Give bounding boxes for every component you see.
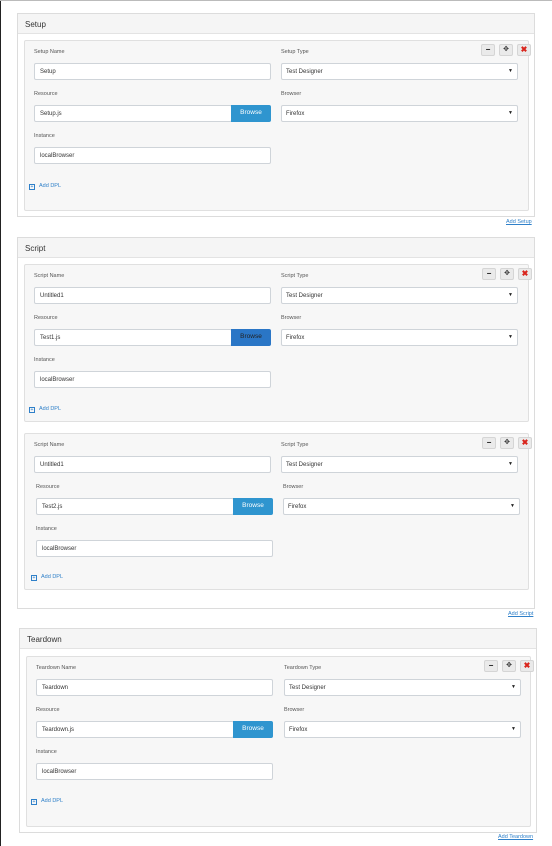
resource-input[interactable]: Teardown.js	[36, 721, 234, 738]
browse-button[interactable]: Browse	[231, 329, 271, 346]
add-dpl-label: Add DPL	[39, 406, 62, 412]
browser-value: Firefox	[288, 504, 307, 510]
script-type-value: Test Designer	[286, 293, 323, 299]
resource-label: Resource	[34, 315, 58, 321]
teardown-type-label: Teardown Type	[284, 665, 322, 671]
expand-icon[interactable]: ✥	[500, 437, 514, 449]
chevron-down-icon: ▼	[510, 503, 515, 509]
setup-type-select[interactable]: Test Designer ▼	[281, 63, 518, 80]
browse-button[interactable]: Browse	[233, 498, 273, 515]
resource-input[interactable]: Test2.js	[36, 498, 234, 515]
script-type-value: Test Designer	[286, 462, 323, 468]
chevron-down-icon: ▼	[508, 461, 513, 467]
add-dpl-link[interactable]: + Add DPL	[31, 574, 63, 581]
minimize-button[interactable]: −	[481, 44, 495, 56]
resource-input[interactable]: Setup.js	[34, 105, 232, 122]
add-script-link[interactable]: Add Script	[508, 611, 533, 617]
browser-select[interactable]: Firefox ▼	[281, 329, 518, 346]
plus-square-icon: +	[31, 575, 37, 581]
instance-input[interactable]: localBrowser	[36, 540, 273, 557]
setup-name-label: Setup Name	[34, 49, 65, 55]
browser-value: Firefox	[289, 727, 308, 733]
add-dpl-label: Add DPL	[41, 574, 64, 580]
instance-label: Instance	[34, 133, 55, 139]
close-button[interactable]: ✖	[518, 268, 532, 280]
expand-icon[interactable]: ✥	[500, 268, 514, 280]
browser-label: Browser	[281, 91, 302, 97]
instance-input[interactable]: localBrowser	[34, 147, 271, 164]
script-type-select[interactable]: Test Designer ▼	[281, 456, 518, 473]
plus-square-icon: +	[29, 184, 35, 190]
expand-icon[interactable]: ✥	[502, 660, 516, 672]
chevron-down-icon: ▼	[508, 110, 513, 116]
script-name-input[interactable]: Untitled1	[34, 456, 271, 473]
add-dpl-link[interactable]: + Add DPL	[29, 406, 61, 413]
teardown-type-select[interactable]: Test Designer ▼	[284, 679, 521, 696]
chevron-down-icon: ▼	[508, 292, 513, 298]
chevron-down-icon: ▼	[511, 684, 516, 690]
add-dpl-label: Add DPL	[41, 798, 64, 804]
teardown-type-value: Test Designer	[289, 685, 326, 691]
script-type-label: Script Type	[281, 273, 309, 279]
browser-label: Browser	[284, 707, 305, 713]
minimize-button[interactable]: −	[482, 437, 496, 449]
teardown-section-title: Teardown	[20, 629, 536, 649]
browse-button[interactable]: Browse	[233, 721, 273, 738]
resource-input[interactable]: Test1.js	[34, 329, 232, 346]
add-dpl-link[interactable]: + Add DPL	[29, 183, 61, 190]
script-type-select[interactable]: Test Designer ▼	[281, 287, 518, 304]
script-name-label: Script Name	[34, 273, 65, 279]
script-type-label: Script Type	[281, 442, 309, 448]
teardown-name-input[interactable]: Teardown	[36, 679, 273, 696]
browser-select[interactable]: Firefox ▼	[283, 498, 520, 515]
setup-type-label: Setup Type	[281, 49, 309, 55]
add-teardown-link[interactable]: Add Teardown	[498, 834, 533, 840]
setup-section: Setup − ✥ ✖ Setup Name Setup Setup Type …	[17, 13, 535, 217]
instance-input[interactable]: localBrowser	[36, 763, 273, 780]
setup-section-title: Setup	[18, 14, 534, 34]
setup-type-value: Test Designer	[286, 69, 323, 75]
expand-icon[interactable]: ✥	[499, 44, 513, 56]
script-section-title: Script	[18, 238, 534, 258]
resource-label: Resource	[34, 91, 58, 97]
script-section: Script − ✥ ✖ Script Name Untitled1 Scrip…	[17, 237, 535, 609]
browse-button[interactable]: Browse	[231, 105, 271, 122]
plus-square-icon: +	[29, 407, 35, 413]
close-button[interactable]: ✖	[518, 437, 532, 449]
script-name-label: Script Name	[34, 442, 65, 448]
script-name-input[interactable]: Untitled1	[34, 287, 271, 304]
instance-label: Instance	[36, 749, 57, 755]
browser-value: Firefox	[286, 111, 305, 117]
resource-label: Resource	[36, 707, 60, 713]
instance-label: Instance	[34, 357, 55, 363]
chevron-down-icon: ▼	[511, 726, 516, 732]
add-dpl-label: Add DPL	[39, 183, 62, 189]
chevron-down-icon: ▼	[508, 68, 513, 74]
script-card: − ✥ ✖ Script Name Untitled1 Script Type …	[24, 433, 532, 590]
teardown-section: Teardown − ✥ ✖ Teardown Name Teardown Te…	[19, 628, 537, 833]
teardown-card: − ✥ ✖ Teardown Name Teardown Teardown Ty…	[26, 656, 534, 827]
browser-label: Browser	[283, 484, 304, 490]
instance-label: Instance	[36, 526, 57, 532]
window-top-border	[0, 0, 552, 1]
window-left-border	[0, 0, 1, 846]
add-dpl-link[interactable]: + Add DPL	[31, 798, 63, 805]
minimize-button[interactable]: −	[484, 660, 498, 672]
teardown-name-label: Teardown Name	[36, 665, 77, 671]
browser-label: Browser	[281, 315, 302, 321]
setup-name-input[interactable]: Setup	[34, 63, 271, 80]
add-setup-link[interactable]: Add Setup	[506, 219, 532, 225]
script-card: − ✥ ✖ Script Name Untitled1 Script Type …	[24, 264, 532, 422]
setup-card: − ✥ ✖ Setup Name Setup Setup Type Test D…	[24, 40, 531, 211]
instance-input[interactable]: localBrowser	[34, 371, 271, 388]
browser-select[interactable]: Firefox ▼	[281, 105, 518, 122]
browser-select[interactable]: Firefox ▼	[284, 721, 521, 738]
resource-label: Resource	[36, 484, 60, 490]
minimize-button[interactable]: −	[482, 268, 496, 280]
close-button[interactable]: ✖	[517, 44, 531, 56]
browser-value: Firefox	[286, 335, 305, 341]
close-button[interactable]: ✖	[520, 660, 534, 672]
chevron-down-icon: ▼	[508, 334, 513, 340]
plus-square-icon: +	[31, 799, 37, 805]
